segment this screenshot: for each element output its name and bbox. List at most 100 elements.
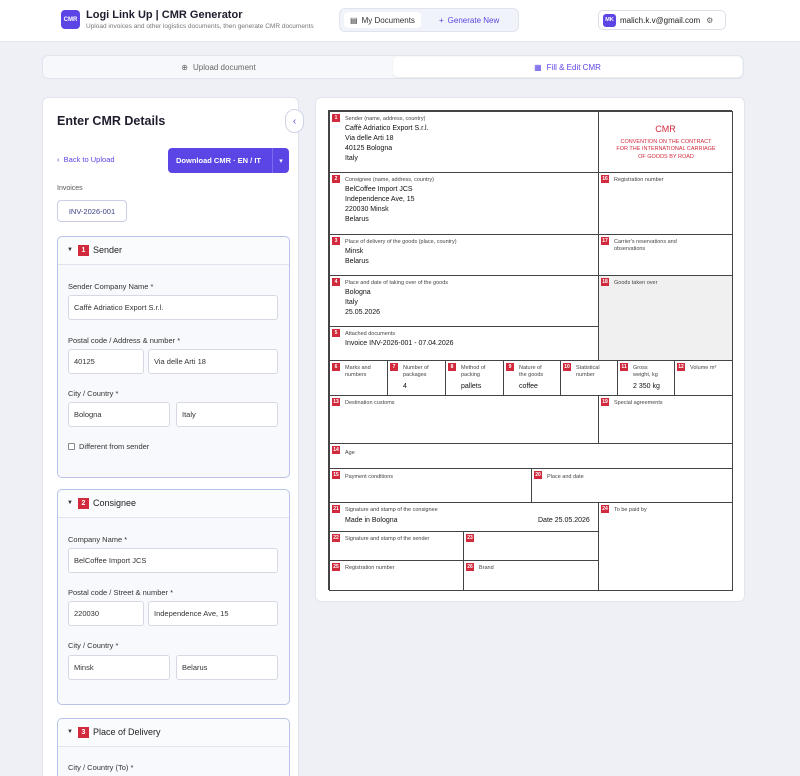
consignee-city-label: City / Country * bbox=[68, 641, 119, 650]
invoices-label: Invoices bbox=[57, 185, 83, 192]
cell-label: Volume m³ bbox=[690, 365, 717, 371]
tab-fill-edit-cmr[interactable]: ▦ Fill & Edit CMR bbox=[393, 57, 742, 77]
cmr-cell-registration[interactable]: 16 Registration number bbox=[598, 172, 733, 235]
cell-label: Nature of the goods bbox=[519, 365, 544, 378]
cmr-cell-to-be-paid-by[interactable]: 24 To be paid by bbox=[598, 502, 733, 591]
step-tabs: ⊕ Upload document ▦ Fill & Edit CMR bbox=[42, 55, 744, 79]
cell-label: Gross weight, kg bbox=[633, 365, 658, 378]
cell-label: Special agreements bbox=[614, 400, 663, 406]
consignee-country-input[interactable]: Belarus bbox=[176, 655, 278, 680]
cell-number: 24 bbox=[601, 505, 609, 513]
app-header: CMR Logi Link Up | CMR Generator Upload … bbox=[0, 0, 800, 42]
checkbox[interactable] bbox=[68, 443, 75, 450]
sender-company-label: Sender Company Name * bbox=[68, 282, 154, 291]
cell-number: 9 bbox=[506, 363, 514, 371]
cmr-cell-consignee-signature[interactable]: 21 Signature and stamp of the consignee … bbox=[329, 502, 599, 532]
cmr-cell-payment-conditions[interactable]: 15 Payment conditions bbox=[329, 468, 532, 503]
cell-number: 1 bbox=[332, 114, 340, 122]
user-menu[interactable]: MK malich.k.v@gmail.com ⚙ bbox=[598, 10, 726, 30]
cmr-cell-consignee[interactable]: 2 Consignee (name, address, country) Bel… bbox=[329, 172, 599, 235]
cmr-cell-carrier-reservations[interactable]: 17 Carrier's reservations and observatio… bbox=[598, 234, 733, 276]
cell-value: pallets bbox=[461, 383, 482, 390]
section-number: 3 bbox=[78, 727, 89, 738]
chevron-left-icon: ‹ bbox=[57, 155, 60, 164]
different-from-sender-checkbox[interactable]: Different from sender bbox=[68, 442, 149, 451]
cmr-cell-brand[interactable]: 26 Brand bbox=[463, 560, 599, 591]
sender-postal-input[interactable]: 40125 bbox=[68, 349, 144, 374]
plus-icon: + bbox=[439, 15, 444, 25]
cmr-cell-attached-documents[interactable]: 5 Attached documents Invoice INV-2026-00… bbox=[329, 326, 599, 361]
caret-down-icon: ▼ bbox=[67, 500, 73, 506]
collapse-panel-button[interactable]: ‹ bbox=[285, 109, 304, 133]
page-title: Enter CMR Details bbox=[57, 114, 166, 128]
cell-value: coffee bbox=[519, 383, 538, 390]
cell-number: 7 bbox=[390, 363, 398, 371]
chevron-down-icon[interactable]: ▾ bbox=[272, 148, 289, 173]
cell-value: 4 bbox=[403, 383, 407, 390]
cmr-cell-special-agreements[interactable]: 19 Special agreements bbox=[598, 395, 733, 444]
sender-country-input[interactable]: Italy bbox=[176, 402, 278, 427]
cell-number: 21 bbox=[332, 505, 340, 513]
app-logo: CMR bbox=[61, 10, 80, 29]
cmr-cell-sender-signature[interactable]: 22 Signature and stamp of the sender bbox=[329, 531, 464, 561]
caret-down-icon: ▼ bbox=[67, 247, 73, 253]
section-number: 2 bbox=[78, 498, 89, 509]
cell-value: Minsk Belarus bbox=[345, 248, 369, 266]
consignee-street-input[interactable]: Independence Ave, 15 bbox=[148, 601, 278, 626]
cell-label: Registration number bbox=[345, 565, 395, 571]
delivery-city-label: City / Country (To) * bbox=[68, 763, 134, 772]
invoice-chip[interactable]: INV-2026-001 bbox=[57, 200, 127, 222]
sender-section-header[interactable]: ▼ 1 Sender bbox=[58, 237, 289, 265]
sender-city-input[interactable]: Bologna bbox=[68, 402, 170, 427]
back-to-upload-link[interactable]: ‹ Back to Upload bbox=[57, 155, 115, 164]
cell-label: Carrier's reservations and observations bbox=[614, 239, 677, 252]
app-subtitle: Upload invoices and other logistics docu… bbox=[86, 23, 314, 30]
cmr-cell-statistical-number[interactable]: 10 Statistical number bbox=[560, 360, 618, 396]
cmr-cell-23[interactable]: 23 bbox=[463, 531, 599, 561]
cmr-cell-method-packing[interactable]: 8 Method of packing pallets bbox=[445, 360, 504, 396]
cell-value: Caffè Adriatico Export S.r.l. Via delle … bbox=[345, 125, 429, 163]
generate-new-button[interactable]: + Generate New bbox=[433, 12, 505, 28]
section-title: Sender bbox=[93, 245, 123, 255]
cmr-cell-place-of-delivery[interactable]: 3 Place of delivery of the goods (place,… bbox=[329, 234, 599, 276]
cmr-cell-gross-weight[interactable]: 11 Gross weight, kg 2 350 kg bbox=[617, 360, 675, 396]
tab-upload-document[interactable]: ⊕ Upload document bbox=[44, 57, 393, 77]
cmr-cell-taking-over[interactable]: 4 Place and date of taking over of the g… bbox=[329, 275, 599, 327]
cmr-cell-age[interactable]: 14 Age bbox=[329, 443, 733, 469]
my-documents-button[interactable]: ▤ My Documents bbox=[344, 12, 421, 28]
cmr-cell-number-packages[interactable]: 7 Number of packages 4 bbox=[387, 360, 446, 396]
download-cmr-button[interactable]: Download CMR · EN / IT ▾ bbox=[168, 148, 289, 173]
cmr-cell-destination-customs[interactable]: 13 Destination customs bbox=[329, 395, 599, 444]
cell-value: Made in Bologna bbox=[345, 517, 398, 524]
consignee-postal-input[interactable]: 220030 bbox=[68, 601, 144, 626]
main-nav: ▤ My Documents + Generate New bbox=[339, 8, 519, 32]
cmr-cell-nature-goods[interactable]: 9 Nature of the goods coffee bbox=[503, 360, 561, 396]
cmr-convention-text: CONVENTION ON THE CONTRACT FOR THE INTER… bbox=[616, 139, 716, 160]
cell-number: 14 bbox=[332, 446, 340, 454]
cell-number: 20 bbox=[534, 471, 542, 479]
cell-label: Age bbox=[345, 450, 355, 456]
download-label: Download CMR · EN / IT bbox=[176, 156, 261, 165]
sender-company-input[interactable]: Caffè Adriatico Export S.r.l. bbox=[68, 295, 278, 320]
tab-upload-label: Upload document bbox=[192, 62, 256, 72]
cell-value: Invoice INV-2026-001 - 07.04.2026 bbox=[345, 340, 454, 347]
section-title: Consignee bbox=[93, 498, 137, 508]
cmr-cell-goods-taken-over[interactable]: 18 Goods taken over bbox=[598, 275, 733, 361]
cell-number: 5 bbox=[332, 329, 340, 337]
consignee-section-header[interactable]: ▼ 2 Consignee bbox=[58, 490, 289, 518]
gear-icon[interactable]: ⚙ bbox=[706, 16, 713, 25]
cmr-cell-place-and-date[interactable]: 20 Place and date bbox=[531, 468, 733, 503]
consignee-city-input[interactable]: Minsk bbox=[68, 655, 170, 680]
cell-number: 22 bbox=[332, 534, 340, 542]
cmr-cell-volume[interactable]: 12 Volume m³ bbox=[674, 360, 733, 396]
sender-street-input[interactable]: Via delle Arti 18 bbox=[148, 349, 278, 374]
cmr-cell-marks-numbers[interactable]: 6 Marks and numbers bbox=[329, 360, 388, 396]
user-email: malich.k.v@gmail.com bbox=[620, 15, 701, 25]
cell-label: Signature and stamp of the sender bbox=[345, 536, 430, 542]
cmr-cell-vehicle-registration[interactable]: 25 Registration number bbox=[329, 560, 464, 591]
cell-label: Method of packing bbox=[461, 365, 486, 378]
delivery-section-header[interactable]: ▼ 3 Place of Delivery bbox=[58, 719, 289, 747]
consignee-company-input[interactable]: BelCoffee Import JCS bbox=[68, 548, 278, 573]
cell-label: Attached documents bbox=[345, 331, 396, 337]
cmr-cell-sender[interactable]: 1 Sender (name, address, country) Caffè … bbox=[329, 111, 599, 173]
